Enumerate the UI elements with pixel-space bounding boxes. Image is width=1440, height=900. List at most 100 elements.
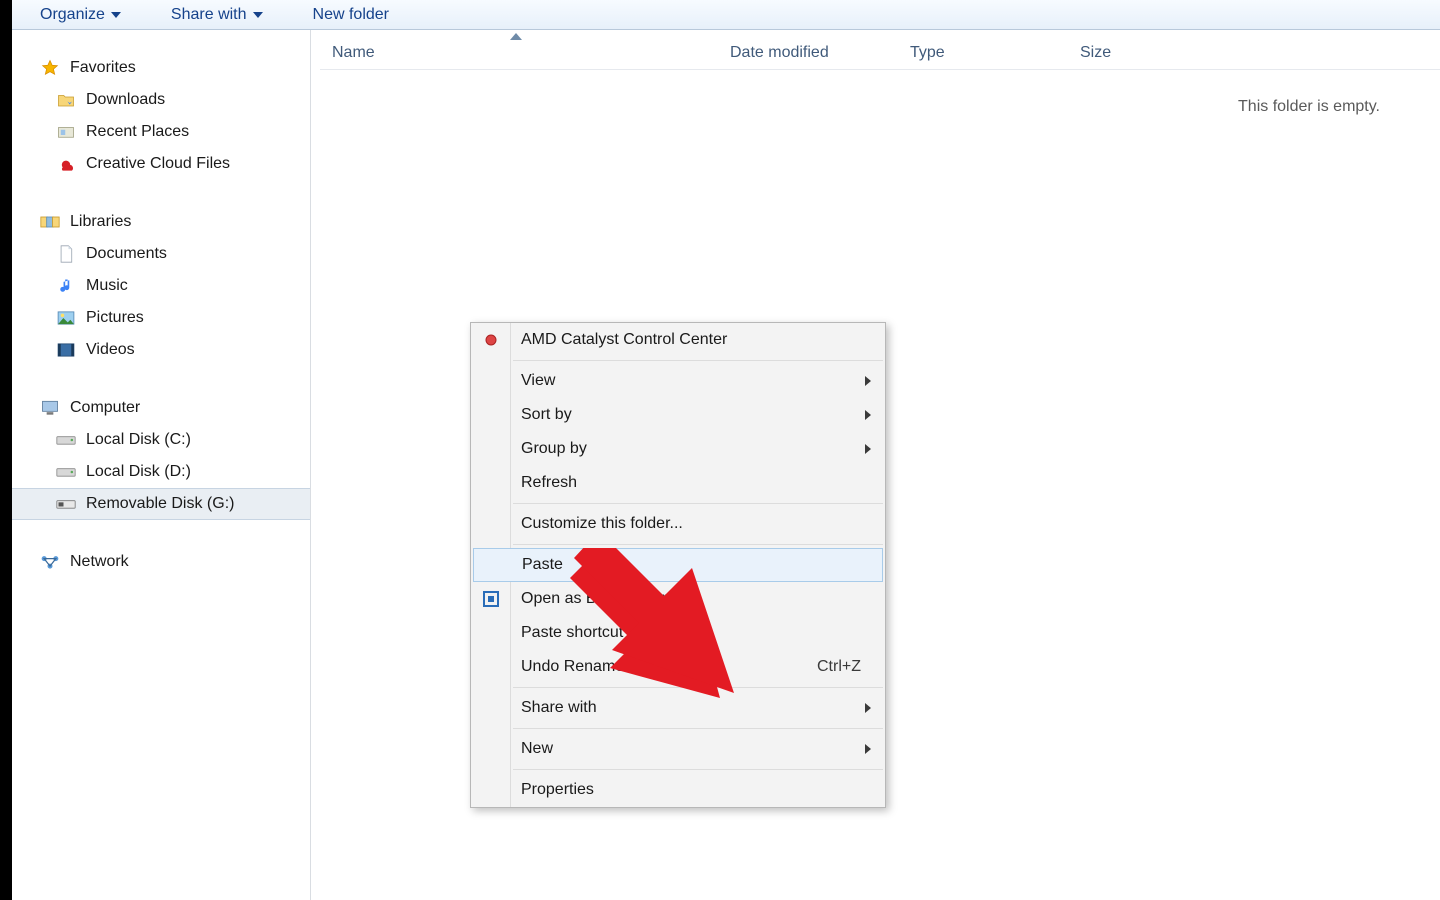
libraries-group: Libraries Documents Music Pictures Video… [12, 206, 310, 366]
pictures-icon [56, 308, 76, 328]
column-date-modified[interactable]: Date modified [718, 36, 898, 69]
share-with-label: Share with [171, 6, 247, 24]
creative-cloud-label: Creative Cloud Files [86, 155, 230, 173]
sidebar-item-downloads[interactable]: Downloads [12, 84, 310, 116]
sidebar-item-music[interactable]: Music [12, 270, 310, 302]
libraries-icon [40, 212, 60, 232]
sidebar-item-local-disk-c[interactable]: Local Disk (C:) [12, 424, 310, 456]
computer-label: Computer [70, 399, 140, 417]
column-type[interactable]: Type [898, 36, 1068, 69]
documents-label: Documents [86, 245, 167, 263]
computer-group: Computer Local Disk (C:) Local Disk (D:)… [12, 392, 310, 520]
ctx-paste[interactable]: Paste [473, 548, 883, 582]
star-icon [40, 58, 60, 78]
new-folder-button[interactable]: New folder [313, 6, 389, 24]
ctx-share-label: Share with [521, 699, 597, 717]
folder-empty-message: This folder is empty. [1238, 98, 1380, 116]
left-border [0, 0, 12, 900]
ctx-view-label: View [521, 372, 555, 390]
creative-cloud-icon [56, 154, 76, 174]
downloads-label: Downloads [86, 91, 165, 109]
submenu-arrow-icon [865, 376, 871, 386]
ctx-view[interactable]: View [471, 364, 885, 398]
network-group: Network [12, 546, 310, 578]
sidebar-item-pictures[interactable]: Pictures [12, 302, 310, 334]
network-label: Network [70, 553, 129, 571]
ctx-refresh[interactable]: Refresh [471, 466, 885, 500]
sidebar-item-libraries[interactable]: Libraries [12, 206, 310, 238]
favorites-label: Favorites [70, 59, 136, 77]
pictures-label: Pictures [86, 309, 144, 327]
local-d-label: Local Disk (D:) [86, 463, 191, 481]
sidebar-item-videos[interactable]: Videos [12, 334, 310, 366]
sidebar-item-creative-cloud[interactable]: Creative Cloud Files [12, 148, 310, 180]
ctx-brackets-label: Open as Brackets project [521, 590, 701, 608]
sidebar-item-recent-places[interactable]: Recent Places [12, 116, 310, 148]
ctx-group-label: Group by [521, 440, 587, 458]
new-folder-label: New folder [313, 6, 389, 24]
column-size-label: Size [1080, 44, 1111, 62]
removable-g-label: Removable Disk (G:) [86, 495, 234, 513]
computer-icon [40, 398, 60, 418]
folder-download-icon [56, 90, 76, 110]
pane-divider[interactable] [310, 30, 311, 900]
navigation-pane: Favorites Downloads Recent Places Creati… [12, 32, 310, 900]
share-with-menu[interactable]: Share with [171, 6, 263, 24]
chevron-down-icon [111, 12, 121, 18]
ctx-group-by[interactable]: Group by [471, 432, 885, 466]
ctx-amd-label: AMD Catalyst Control Center [521, 331, 727, 349]
sidebar-item-computer[interactable]: Computer [12, 392, 310, 424]
ctx-new[interactable]: New [471, 732, 885, 766]
videos-icon [56, 340, 76, 360]
sidebar-item-documents[interactable]: Documents [12, 238, 310, 270]
sidebar-item-removable-disk-g[interactable]: Removable Disk (G:) [12, 488, 310, 520]
ctx-paste-label: Paste [522, 556, 563, 574]
column-name[interactable]: Name [320, 36, 718, 69]
music-icon [56, 276, 76, 296]
drive-icon [56, 462, 76, 482]
explorer-toolbar: Organize Share with New folder [12, 0, 1440, 30]
context-menu-separator [513, 728, 883, 729]
column-date-label: Date modified [730, 44, 829, 62]
ctx-properties[interactable]: Properties [471, 773, 885, 807]
ctx-sort-label: Sort by [521, 406, 572, 424]
sidebar-item-network[interactable]: Network [12, 546, 310, 578]
context-menu: AMD Catalyst Control Center View Sort by… [470, 322, 886, 808]
ctx-new-label: New [521, 740, 553, 758]
organize-menu[interactable]: Organize [40, 6, 121, 24]
brackets-icon [481, 589, 501, 609]
submenu-arrow-icon [865, 444, 871, 454]
recent-places-label: Recent Places [86, 123, 189, 141]
organize-label: Organize [40, 6, 105, 24]
documents-icon [56, 244, 76, 264]
column-headers: Name Date modified Type Size [320, 36, 1440, 70]
context-menu-separator [513, 769, 883, 770]
column-size[interactable]: Size [1068, 36, 1198, 69]
submenu-arrow-icon [865, 410, 871, 420]
ctx-sort-by[interactable]: Sort by [471, 398, 885, 432]
ctx-undo-label: Undo Rename [521, 658, 624, 676]
network-icon [40, 552, 60, 572]
libraries-label: Libraries [70, 213, 131, 231]
music-label: Music [86, 277, 128, 295]
ctx-paste-shortcut[interactable]: Paste shortcut [471, 616, 885, 650]
ctx-open-brackets[interactable]: Open as Brackets project [471, 582, 885, 616]
amd-icon [481, 330, 501, 350]
drive-icon [56, 430, 76, 450]
ctx-share-with[interactable]: Share with [471, 691, 885, 725]
ctx-amd-catalyst[interactable]: AMD Catalyst Control Center [471, 323, 885, 357]
ctx-properties-label: Properties [521, 781, 594, 799]
sort-ascending-icon [510, 33, 522, 40]
ctx-undo-rename[interactable]: Undo Rename Ctrl+Z [471, 650, 885, 684]
ctx-paste-shortcut-label: Paste shortcut [521, 624, 623, 642]
submenu-arrow-icon [865, 703, 871, 713]
sidebar-item-local-disk-d[interactable]: Local Disk (D:) [12, 456, 310, 488]
context-menu-separator [513, 544, 883, 545]
recent-places-icon [56, 122, 76, 142]
videos-label: Videos [86, 341, 135, 359]
favorites-group: Favorites Downloads Recent Places Creati… [12, 52, 310, 180]
ctx-customize-folder[interactable]: Customize this folder... [471, 507, 885, 541]
sidebar-item-favorites[interactable]: Favorites [12, 52, 310, 84]
context-menu-separator [513, 503, 883, 504]
ctx-refresh-label: Refresh [521, 474, 577, 492]
